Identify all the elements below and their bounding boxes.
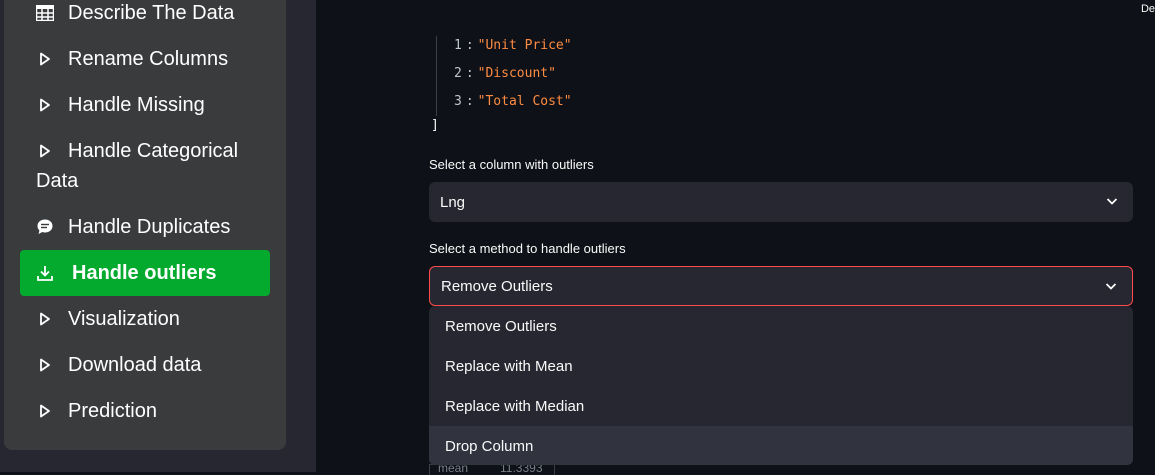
- json-value: "Discount": [477, 65, 556, 81]
- sidebar-item-label: Describe The Data: [68, 2, 235, 24]
- method-dropdown-menu: Remove Outliers Replace with Mean Replac…: [429, 306, 1133, 465]
- json-indent-guide: [436, 36, 437, 116]
- json-value: "Unit Price": [477, 37, 572, 53]
- dropdown-option[interactable]: Drop Column: [429, 426, 1133, 465]
- sidebar-item-categorical[interactable]: Handle Categorical Data: [36, 136, 238, 196]
- dropdown-option[interactable]: Replace with Median: [429, 386, 1133, 426]
- play-outline-icon: [36, 310, 54, 328]
- dropdown-option[interactable]: Replace with Mean: [429, 346, 1133, 386]
- play-outline-icon: [36, 96, 54, 114]
- sidebar-item-outliers[interactable]: Handle outliers: [20, 250, 270, 296]
- column-select-label: Select a column with outliers: [429, 157, 594, 172]
- sidebar-item-visualization[interactable]: Visualization: [36, 304, 180, 334]
- json-line: 1: "Unit Price": [454, 37, 572, 53]
- table-icon: [36, 4, 54, 22]
- sidebar-item-label: Rename Columns: [68, 48, 229, 70]
- topright-truncated-text: De: [1140, 3, 1155, 15]
- sidebar-item-label: Handle outliers: [72, 261, 217, 284]
- column-select[interactable]: Lng: [429, 182, 1133, 222]
- json-line: 2: "Discount": [454, 65, 556, 81]
- json-index: 2: [454, 65, 462, 81]
- sidebar-item-missing[interactable]: Handle Missing: [36, 90, 205, 120]
- json-line: 3: "Total Cost": [454, 93, 572, 109]
- method-select-label: Select a method to handle outliers: [429, 241, 626, 256]
- play-outline-icon: [36, 142, 54, 160]
- sidebar-item-label: Handle Missing: [68, 94, 205, 116]
- play-outline-icon: [36, 50, 54, 68]
- sidebar-item-prediction[interactable]: Prediction: [36, 396, 157, 426]
- sidebar-item-download[interactable]: Download data: [36, 350, 201, 380]
- chat-bubble-icon: [36, 218, 54, 236]
- method-select[interactable]: Remove Outliers: [429, 266, 1133, 306]
- sidebar-item-label: Visualization: [68, 308, 180, 330]
- dropdown-option[interactable]: Remove Outliers: [429, 306, 1133, 346]
- json-closing-bracket: ]: [431, 118, 439, 133]
- method-select-value: Remove Outliers: [441, 277, 553, 295]
- sidebar-item-label: Download data: [68, 354, 202, 376]
- chevron-down-icon: [1105, 194, 1119, 208]
- sidebar-item-rename[interactable]: Rename Columns: [36, 44, 228, 74]
- sidebar-item-duplicates[interactable]: Handle Duplicates: [36, 212, 230, 242]
- sidebar-item-label: Handle Categorical: [68, 140, 239, 162]
- json-index: 3: [454, 93, 462, 109]
- sidebar-item-label: Prediction: [68, 400, 157, 422]
- download-icon: [36, 264, 54, 282]
- chevron-down-icon: [1104, 279, 1118, 293]
- sidebar-item-label-continued: Data: [36, 170, 79, 192]
- sidebar-item-describe[interactable]: Describe The Data: [36, 0, 234, 28]
- sidebar-item-label: Handle Duplicates: [68, 216, 231, 238]
- json-value: "Total Cost": [477, 93, 572, 109]
- column-select-value: Lng: [440, 193, 466, 211]
- play-outline-icon: [36, 402, 54, 420]
- json-index: 1: [454, 37, 462, 53]
- play-outline-icon: [36, 356, 54, 374]
